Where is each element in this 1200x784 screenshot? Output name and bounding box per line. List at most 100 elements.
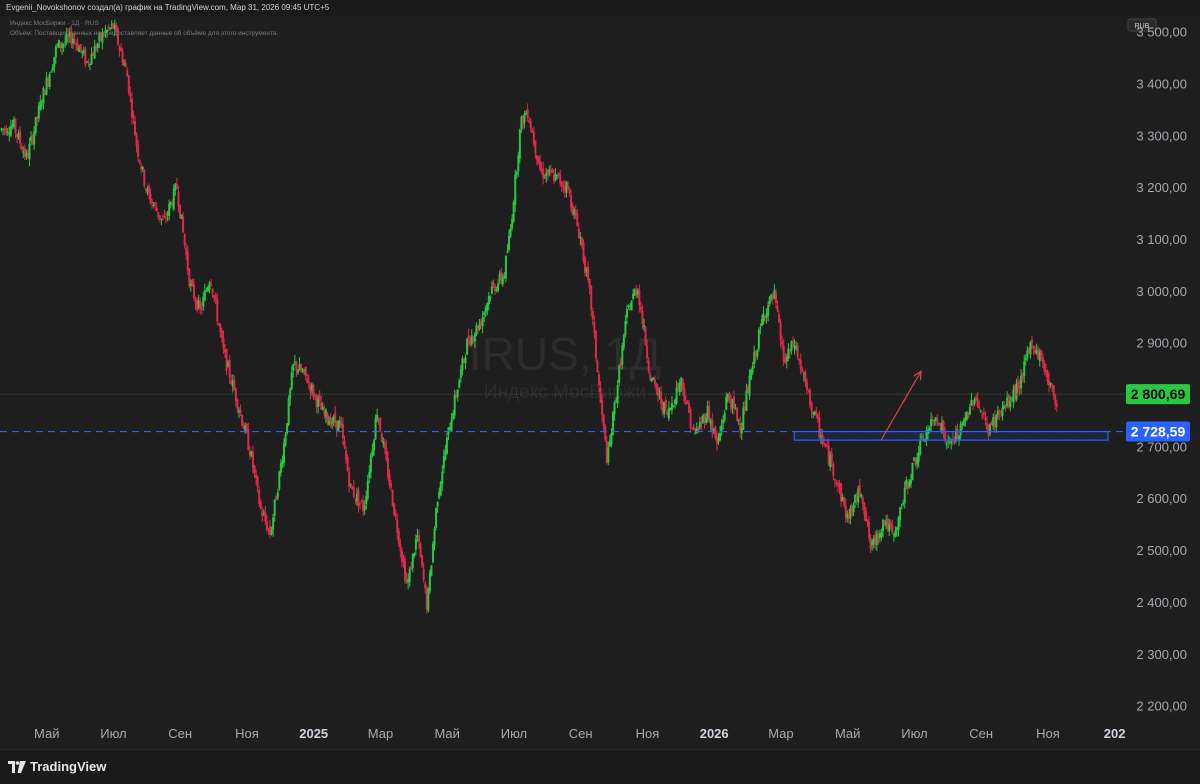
candle-body	[514, 174, 517, 205]
candle-body	[900, 507, 903, 509]
candle-body	[931, 421, 934, 423]
candle-body	[604, 425, 607, 440]
candle-body	[523, 114, 526, 123]
candle-body	[692, 426, 695, 430]
candle-body	[861, 498, 864, 504]
candle-body	[349, 483, 352, 485]
candle-body	[301, 371, 304, 373]
candle-body	[858, 485, 861, 496]
y-tick-label: 2 700,00	[1136, 439, 1187, 454]
candle-body	[102, 34, 105, 36]
candle-body	[880, 532, 883, 537]
candle-body	[155, 207, 158, 212]
candle-body	[222, 337, 225, 349]
candle-body	[936, 419, 939, 422]
candle-body	[253, 465, 256, 473]
candle-body	[644, 326, 647, 346]
candle-body	[304, 366, 307, 376]
candle-body	[1055, 404, 1058, 407]
candle-body	[296, 370, 299, 373]
candle-body	[152, 205, 155, 207]
candle-body	[733, 396, 736, 409]
candle-body	[256, 476, 259, 487]
candle-body	[186, 251, 189, 271]
candle-body	[534, 140, 537, 154]
candle-body	[486, 303, 489, 311]
candle-body	[656, 388, 659, 397]
candle-body	[686, 400, 689, 403]
candle-body	[464, 357, 467, 364]
tradingview-logo[interactable]: TradingView	[8, 759, 106, 774]
candle-body	[830, 453, 833, 463]
candle-body	[833, 479, 836, 481]
candle-body	[54, 46, 57, 58]
candle-body	[736, 407, 739, 421]
candle-body	[714, 426, 717, 439]
candle-body	[321, 407, 324, 411]
candle-body	[422, 568, 425, 580]
candle-body	[369, 455, 372, 473]
candle-body	[295, 361, 298, 371]
candle-body	[805, 381, 808, 390]
x-tick-label: Мар	[768, 726, 793, 741]
candle-body	[577, 228, 580, 238]
candle-body	[42, 88, 45, 104]
candle-body	[774, 292, 777, 304]
candle-body	[61, 45, 64, 49]
x-tick-label: Сен	[969, 726, 993, 741]
candle-body	[725, 396, 728, 410]
y-tick-label: 2 200,00	[1136, 699, 1187, 714]
candle-body	[968, 406, 971, 415]
candle-body	[241, 414, 244, 426]
candle-body	[796, 345, 799, 357]
candle-body	[116, 28, 119, 45]
candle-body	[542, 168, 545, 178]
candle-body	[985, 422, 988, 430]
candle-body	[708, 405, 711, 422]
candle-body	[1043, 362, 1046, 372]
candle-body	[270, 529, 273, 535]
support-zone	[793, 430, 1109, 441]
candle-body	[639, 306, 642, 310]
candle-body	[137, 144, 140, 157]
candle-body	[394, 513, 397, 517]
candle-body	[745, 390, 748, 411]
candle-body	[48, 73, 51, 87]
candle-body	[759, 327, 762, 329]
candle-body	[470, 335, 473, 345]
candle-body	[801, 369, 804, 373]
candle-body	[723, 412, 726, 420]
candle-body	[172, 188, 175, 210]
price-chart[interactable]: Индекс МосБиржи · 1Д · RUS Объём: Поставщ…	[0, 0, 1200, 749]
candle-body	[453, 394, 456, 416]
candle-body	[120, 47, 123, 52]
y-tick-label: 3 400,00	[1136, 76, 1187, 91]
candle-body	[251, 451, 254, 468]
candle-body	[73, 38, 76, 40]
x-tick-label: Июл	[901, 726, 927, 741]
tradingview-logo-icon	[8, 760, 26, 773]
candle-body	[613, 402, 616, 415]
candle-body	[587, 266, 590, 280]
candle-body	[489, 296, 492, 299]
candle-body	[165, 217, 168, 219]
candle-body	[109, 27, 112, 29]
candle-body	[234, 388, 237, 401]
candle-body	[161, 219, 164, 221]
candle-body	[143, 169, 146, 186]
candle-body	[689, 409, 692, 428]
candle-body	[481, 317, 484, 327]
candle-body	[809, 390, 812, 406]
x-tick-label: Июл	[501, 726, 527, 741]
candle-body	[414, 538, 417, 550]
candle-body	[705, 418, 708, 423]
candle-body	[419, 543, 422, 557]
candle-body	[1054, 395, 1057, 405]
candle-body	[781, 341, 784, 345]
candle-body	[284, 434, 287, 446]
candle-body	[722, 419, 725, 424]
candle-body	[441, 471, 444, 485]
instrument-legend: Индекс МосБиржи · 1Д · RUS	[10, 20, 99, 27]
candle-body	[390, 483, 393, 488]
candle-body	[163, 216, 166, 218]
